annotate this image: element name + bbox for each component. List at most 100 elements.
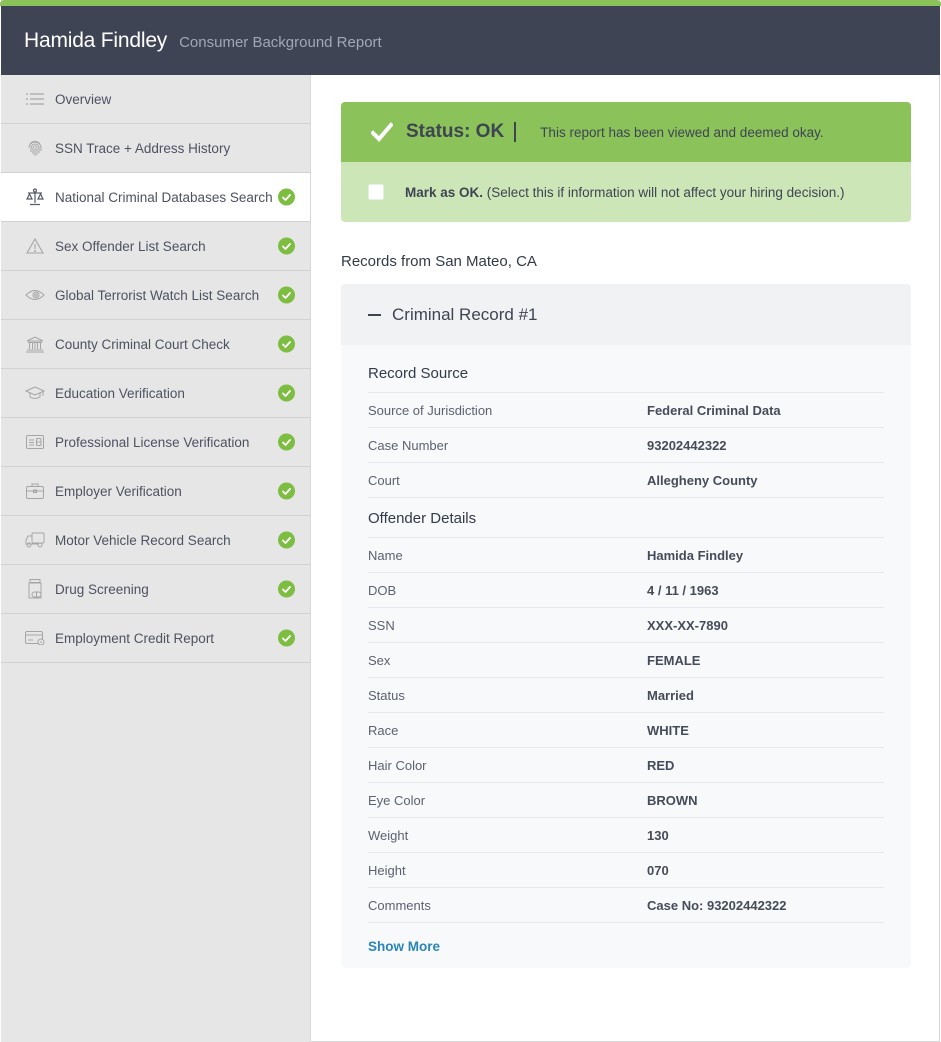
mark-ok-label[interactable]: Mark as OK. (Select this if information … bbox=[405, 185, 844, 200]
row-label: Status bbox=[368, 687, 405, 703]
row-label: Source of Jurisdiction bbox=[368, 402, 493, 418]
sidebar-item-professional-license-verification[interactable]: Professional License Verification bbox=[1, 418, 310, 467]
sidebar-item-label: Overview bbox=[55, 91, 112, 107]
status-banner: Status: OK This report has been viewed a… bbox=[341, 102, 911, 222]
row-value: Hamida Findley bbox=[647, 547, 744, 563]
row-value: 93202442322 bbox=[647, 437, 727, 453]
eye-icon bbox=[25, 285, 45, 305]
sidebar-item-education-verification[interactable]: Education Verification bbox=[1, 369, 310, 418]
check-circle-icon bbox=[278, 335, 295, 353]
record-toggle[interactable]: Criminal Record #1 bbox=[341, 284, 911, 345]
row-label: Hair Color bbox=[368, 757, 427, 773]
check-circle-icon bbox=[278, 629, 295, 647]
record-row-dob: DOB 4 / 11 / 1963 bbox=[368, 573, 884, 608]
row-value: 4 / 11 / 1963 bbox=[647, 582, 719, 598]
row-value: XXX-XX-7890 bbox=[647, 617, 728, 633]
record-row-case-number: Case Number 93202442322 bbox=[368, 428, 884, 463]
sidebar-item-label: Employment Credit Report bbox=[55, 630, 215, 646]
record-row-comments: Comments Case No: 93202442322 bbox=[368, 888, 884, 923]
row-label: Race bbox=[368, 722, 399, 738]
sidebar-item-county-criminal-court-check[interactable]: County Criminal Court Check bbox=[1, 320, 310, 369]
sidebar-item-label: County Criminal Court Check bbox=[55, 336, 230, 352]
sidebar-item-motor-vehicle-record-search[interactable]: Motor Vehicle Record Search bbox=[1, 516, 310, 565]
collapse-minus-icon[interactable] bbox=[368, 313, 381, 316]
mark-ok-bold: Mark as OK. bbox=[405, 184, 484, 200]
pill-bottle-icon bbox=[25, 579, 45, 599]
fingerprint-icon bbox=[25, 138, 45, 158]
check-circle-icon bbox=[278, 188, 295, 206]
sidebar-item-label: Drug Screening bbox=[55, 581, 149, 597]
row-label: Court bbox=[368, 472, 400, 488]
row-label: Comments bbox=[368, 897, 431, 913]
row-value: Case No: 93202442322 bbox=[647, 897, 787, 913]
mark-ok-bar: Mark as OK. (Select this if information … bbox=[341, 162, 911, 222]
record-row-height: Height 070 bbox=[368, 853, 884, 888]
records-heading: Records from San Mateo, CA bbox=[341, 253, 537, 270]
sidebar-item-label: Professional License Verification bbox=[55, 434, 250, 450]
show-more-link[interactable]: Show More bbox=[368, 939, 440, 954]
row-label: Case Number bbox=[368, 437, 449, 453]
status-bar: Status: OK This report has been viewed a… bbox=[341, 102, 911, 162]
row-label: Sex bbox=[368, 652, 391, 668]
status-divider bbox=[514, 122, 517, 142]
criminal-record-card: Criminal Record #1 Record Source Source … bbox=[341, 284, 911, 968]
list-icon bbox=[25, 89, 45, 109]
id-card-icon bbox=[25, 432, 45, 452]
sidebar-item-label: Motor Vehicle Record Search bbox=[55, 532, 231, 548]
record-source-title: Record Source bbox=[368, 363, 884, 393]
sidebar-item-global-terrorist-watch-list-search[interactable]: Global Terrorist Watch List Search bbox=[1, 271, 310, 320]
truck-icon bbox=[25, 530, 45, 550]
checkmark-icon bbox=[371, 122, 393, 142]
main-content: Status: OK This report has been viewed a… bbox=[341, 102, 911, 968]
mark-ok-checkbox[interactable] bbox=[368, 184, 384, 200]
sidebar-item-ssn-trace-address-history[interactable]: SSN Trace + Address History bbox=[1, 124, 310, 173]
row-value: WHITE bbox=[647, 722, 689, 738]
scales-icon bbox=[25, 187, 45, 207]
record-row-eye-color: Eye Color BROWN bbox=[368, 783, 884, 818]
report-subtitle: Consumer Background Report bbox=[179, 34, 382, 51]
check-circle-icon bbox=[278, 482, 295, 500]
report-header: Hamida Findley Consumer Background Repor… bbox=[1, 6, 940, 75]
courthouse-icon bbox=[25, 334, 45, 354]
record-row-source-of-jurisdiction: Source of Jurisdiction Federal Criminal D… bbox=[368, 393, 884, 428]
status-message: This report has been viewed and deemed o… bbox=[540, 124, 824, 140]
sidebar-item-label: SSN Trace + Address History bbox=[55, 140, 231, 156]
offender-details-title: Offender Details bbox=[368, 508, 884, 538]
row-label: Name bbox=[368, 547, 403, 563]
check-circle-icon bbox=[278, 384, 295, 402]
sidebar-item-drug-screening[interactable]: Drug Screening bbox=[1, 565, 310, 614]
record-row-hair-color: Hair Color RED bbox=[368, 748, 884, 783]
row-value: FEMALE bbox=[647, 652, 701, 668]
sidebar-item-national-criminal-databases-search[interactable]: National Criminal Databases Search bbox=[1, 173, 310, 222]
status-title: Status: OK bbox=[406, 121, 505, 142]
sidebar-item-sex-offender-list-search[interactable]: Sex Offender List Search bbox=[1, 222, 310, 271]
record-row-sex: Sex FEMALE bbox=[368, 643, 884, 678]
record-row-name: Name Hamida Findley bbox=[368, 538, 884, 573]
graduation-cap-icon bbox=[25, 383, 45, 403]
check-circle-icon bbox=[278, 531, 295, 549]
row-label: DOB bbox=[368, 582, 397, 598]
mark-ok-hint: (Select this if information will not aff… bbox=[483, 184, 845, 200]
row-value: Married bbox=[647, 687, 694, 703]
record-row-race: Race WHITE bbox=[368, 713, 884, 748]
row-label: SSN bbox=[368, 617, 395, 633]
sidebar-item-label: Global Terrorist Watch List Search bbox=[55, 287, 260, 303]
sidebar-item-employer-verification[interactable]: Employer Verification bbox=[1, 467, 310, 516]
check-circle-icon bbox=[278, 286, 295, 304]
credit-card-icon bbox=[25, 628, 45, 648]
check-circle-icon bbox=[278, 580, 295, 598]
check-circle-icon bbox=[278, 237, 295, 255]
sidebar-item-employment-credit-report[interactable]: Employment Credit Report bbox=[1, 614, 310, 663]
record-row-ssn: SSN XXX-XX-7890 bbox=[368, 608, 884, 643]
row-label: Height bbox=[368, 862, 406, 878]
record-title: Criminal Record #1 bbox=[392, 304, 538, 324]
row-value: BROWN bbox=[647, 792, 698, 808]
record-row-weight: Weight 130 bbox=[368, 818, 884, 853]
sidebar-item-overview[interactable]: Overview bbox=[1, 75, 310, 124]
row-value: 070 bbox=[647, 862, 669, 878]
row-value: Federal Criminal Data bbox=[647, 402, 781, 418]
sidebar-item-label: National Criminal Databases Search bbox=[55, 189, 273, 205]
sidebar-nav: Overview SSN Trace + Address History Natio… bbox=[1, 75, 311, 1042]
candidate-name: Hamida Findley bbox=[24, 28, 168, 52]
check-circle-icon bbox=[278, 433, 295, 451]
